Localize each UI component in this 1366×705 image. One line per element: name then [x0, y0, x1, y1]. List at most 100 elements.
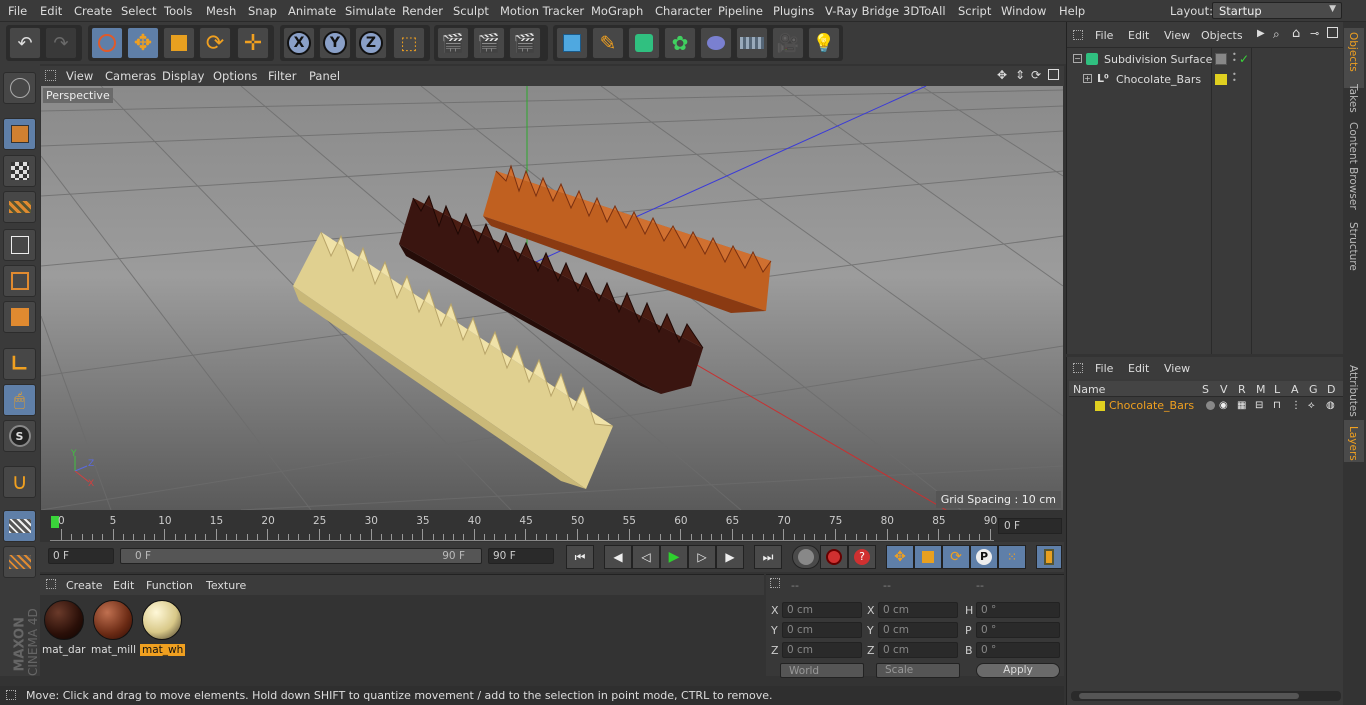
- make-editable-button[interactable]: [3, 72, 36, 104]
- visibility-dots-icon[interactable]: • •: [1232, 51, 1237, 65]
- eye-icon[interactable]: ◉: [1219, 400, 1228, 411]
- coord-mode-dropdown[interactable]: Scale: [876, 663, 960, 678]
- undo-button[interactable]: ↶: [9, 27, 41, 59]
- redo-button[interactable]: ↷: [45, 27, 77, 59]
- transform-tool-button[interactable]: ✛: [237, 27, 269, 59]
- next-keyframe-button[interactable]: ▶: [716, 545, 744, 569]
- cube-button[interactable]: [556, 27, 588, 59]
- menu-animate[interactable]: Animate: [288, 4, 336, 18]
- menu-select[interactable]: Select: [121, 4, 156, 18]
- coordinate-system-button[interactable]: ⬚: [393, 27, 425, 59]
- object-row-subdivision[interactable]: − Subdivision Surface • • ✓: [1067, 51, 1344, 70]
- manager-list-icon[interactable]: ⊟: [1255, 400, 1263, 411]
- snap-button[interactable]: ∪: [3, 466, 36, 498]
- light-button[interactable]: 💡: [808, 27, 840, 59]
- model-mode-button[interactable]: [3, 118, 36, 150]
- move-tool-button[interactable]: ✥: [127, 27, 159, 59]
- pen-spline-button[interactable]: ✎: [592, 27, 624, 59]
- planar-workplane-button[interactable]: [3, 546, 36, 578]
- layer-menu-file[interactable]: File: [1095, 362, 1113, 375]
- layer-menu-edit[interactable]: Edit: [1128, 362, 1149, 375]
- material-swatch-dark[interactable]: mat_dar: [42, 599, 88, 657]
- go-to-start-button[interactable]: ⏮: [566, 545, 594, 569]
- key-parameter-button[interactable]: P: [970, 545, 998, 569]
- viewport-menu-view[interactable]: View: [66, 69, 93, 83]
- deformer-icon[interactable]: ◍: [1326, 400, 1335, 411]
- timeline-ruler[interactable]: 0 5 10 15 20 25 30 35 40 45 50 55 60 65 70 75 80 85 90 0 F: [40, 512, 1064, 542]
- lock-icon[interactable]: ⊓: [1273, 400, 1281, 411]
- menu-pipeline[interactable]: Pipeline: [718, 4, 763, 18]
- object-menu-edit[interactable]: Edit: [1128, 29, 1149, 42]
- key-position-button[interactable]: ✥: [886, 545, 914, 569]
- col-animation[interactable]: A: [1291, 383, 1299, 396]
- col-generators[interactable]: G: [1309, 383, 1318, 396]
- keyframe-selection-button[interactable]: ?: [848, 545, 876, 569]
- position-z-field[interactable]: 0 cm: [782, 642, 862, 658]
- next-frame-button[interactable]: ▷: [688, 545, 716, 569]
- viewport-menu-display[interactable]: Display: [162, 69, 204, 83]
- material-swatch-white[interactable]: mat_wh: [140, 599, 186, 657]
- tab-structure[interactable]: Structure: [1347, 222, 1359, 271]
- render-clapper-icon[interactable]: ▦: [1237, 400, 1246, 411]
- scale-tool-button[interactable]: [163, 27, 195, 59]
- menu-mograph[interactable]: MoGraph: [591, 4, 643, 18]
- rotation-h-field[interactable]: 0 °: [976, 602, 1060, 618]
- material-menu-function[interactable]: Function: [146, 579, 193, 592]
- object-menu-file[interactable]: File: [1095, 29, 1113, 42]
- menu-window[interactable]: Window: [1001, 4, 1046, 18]
- col-render[interactable]: R: [1238, 383, 1246, 396]
- record-keys-button[interactable]: [792, 545, 820, 569]
- layer-tag-icon[interactable]: [1215, 53, 1227, 65]
- tab-objects[interactable]: Objects: [1347, 32, 1359, 72]
- viewport-menu-panel[interactable]: Panel: [309, 69, 340, 83]
- layer-menu-view[interactable]: View: [1164, 362, 1190, 375]
- workplane-lock-button[interactable]: [3, 510, 36, 542]
- menu-motion-tracker[interactable]: Motion Tracker: [500, 4, 584, 18]
- points-mode-button[interactable]: [3, 229, 36, 261]
- end-frame-field[interactable]: 90 F: [488, 548, 554, 564]
- col-solo[interactable]: S: [1202, 383, 1209, 396]
- layer-color-icon[interactable]: [1215, 74, 1227, 85]
- expand-icon[interactable]: +: [1083, 74, 1092, 83]
- viewport-zoom-icon[interactable]: ⇕: [1015, 68, 1025, 82]
- menu-sculpt[interactable]: Sculpt: [453, 4, 489, 18]
- size-z-field[interactable]: 0 cm: [878, 642, 958, 658]
- material-menu-texture[interactable]: Texture: [206, 579, 246, 592]
- start-frame-field[interactable]: 0 F: [48, 548, 114, 564]
- col-deformers[interactable]: D: [1327, 383, 1335, 396]
- solo-button[interactable]: S: [3, 420, 36, 452]
- key-pla-button[interactable]: ⁙: [998, 545, 1026, 569]
- menu-file[interactable]: File: [8, 4, 27, 18]
- material-swatch-milk[interactable]: mat_mill: [91, 599, 137, 657]
- x-axis-button[interactable]: X: [283, 27, 315, 59]
- menu-help[interactable]: Help: [1059, 4, 1085, 18]
- search-icon[interactable]: ⌕: [1273, 27, 1280, 42]
- col-name[interactable]: Name: [1073, 383, 1105, 396]
- col-locked[interactable]: L: [1274, 383, 1280, 396]
- menu-create[interactable]: Create: [74, 4, 112, 18]
- viewport-menu-cameras[interactable]: Cameras: [105, 69, 156, 83]
- solo-dot-icon[interactable]: [1206, 401, 1215, 410]
- viewport-rotate-icon[interactable]: ⟳: [1031, 68, 1041, 82]
- tweak-mode-button[interactable]: 🖱: [3, 384, 36, 416]
- deformer-button[interactable]: [700, 27, 732, 59]
- render-picture-viewer-button[interactable]: 🎬: [473, 27, 505, 59]
- tab-attributes[interactable]: Attributes: [1347, 365, 1359, 417]
- menu-tools[interactable]: Tools: [164, 4, 192, 18]
- previous-frame-button[interactable]: ◁: [632, 545, 660, 569]
- viewport-menu-options[interactable]: Options: [213, 69, 257, 83]
- rotation-b-field[interactable]: 0 °: [976, 642, 1060, 658]
- visibility-dots-icon[interactable]: • •: [1232, 71, 1237, 85]
- layout-dropdown[interactable]: Startup ▼: [1212, 2, 1342, 19]
- object-menu-objects[interactable]: Objects: [1201, 29, 1243, 42]
- position-x-field[interactable]: 0 cm: [782, 602, 862, 618]
- size-y-field[interactable]: 0 cm: [878, 622, 958, 638]
- render-view-button[interactable]: 🎬: [437, 27, 469, 59]
- menu-edit[interactable]: Edit: [40, 4, 62, 18]
- texture-mode-button[interactable]: [3, 155, 36, 187]
- tab-layers[interactable]: Layers: [1347, 426, 1359, 461]
- viewport-pan-icon[interactable]: ✥: [997, 68, 1007, 82]
- rotate-tool-button[interactable]: ⟳: [199, 27, 231, 59]
- previous-keyframe-button[interactable]: ◀: [604, 545, 632, 569]
- menu-3dtoall[interactable]: 3DToAll: [903, 4, 946, 18]
